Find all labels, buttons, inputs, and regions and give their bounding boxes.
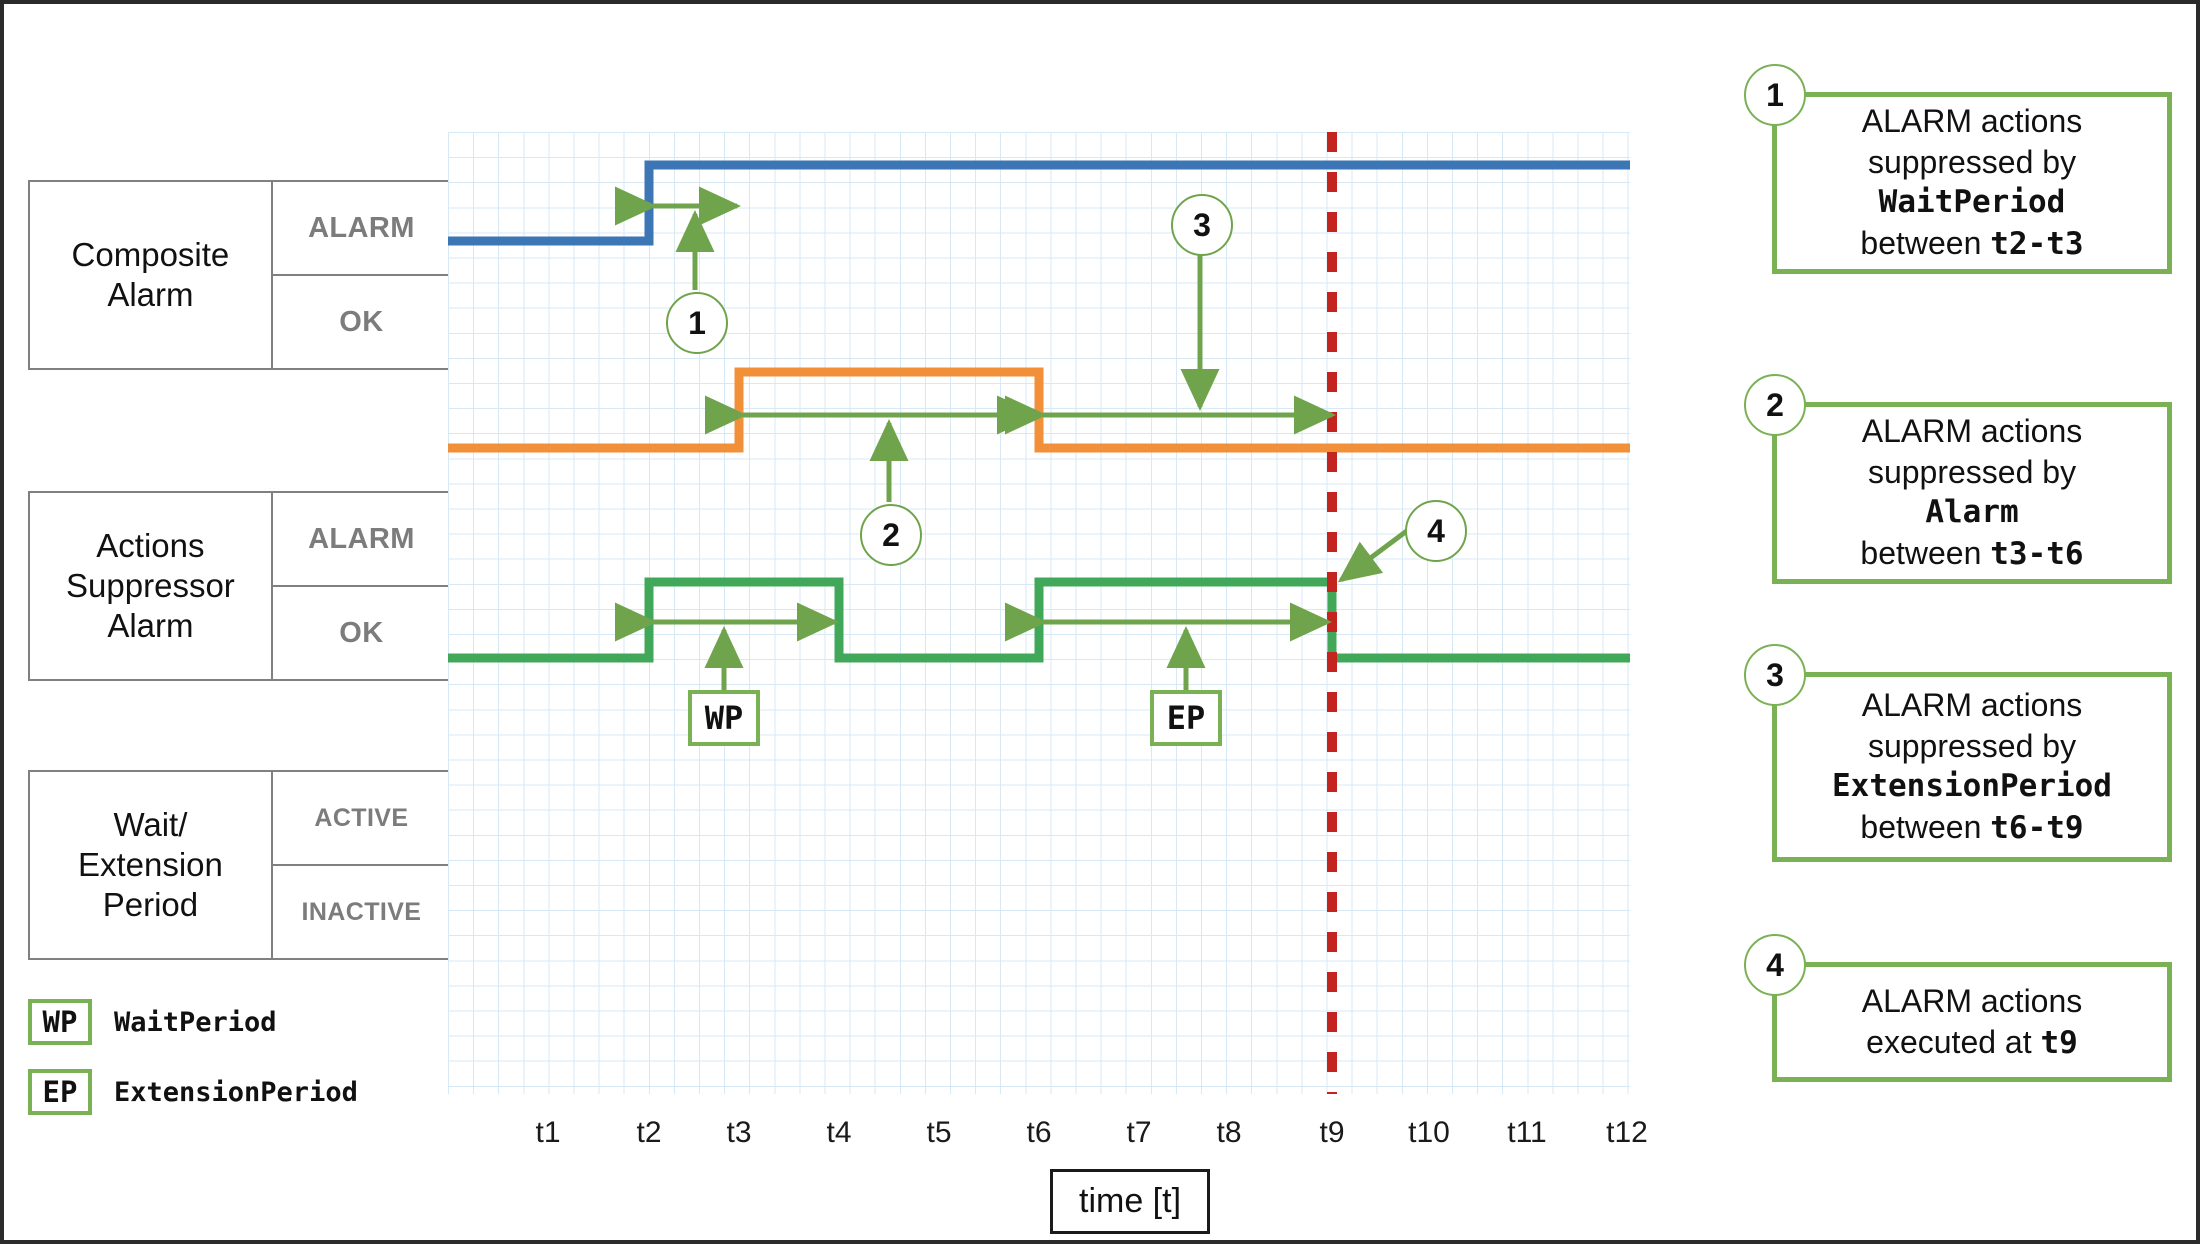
plot-badge-2[interactable]: 2 — [860, 504, 922, 566]
row-name-line1: Composite — [71, 235, 230, 273]
callout-4-line4-mono: t9 — [2040, 1024, 2078, 1061]
callout-3-line1: ALARM actions — [1861, 687, 2083, 724]
row-name-line2: Extension — [77, 845, 223, 883]
series-actions-suppressor-alarm — [448, 367, 1630, 453]
row-name-line3: Period — [102, 886, 199, 924]
row-label-wait-extension-period: Wait/ Extension Period ACTIVE INACTIVE — [28, 770, 452, 960]
x-tick-t3: t3 — [726, 1116, 752, 1149]
x-tick-t10: t10 — [1408, 1116, 1450, 1149]
legend-item-extensionperiod: EP ExtensionPeriod — [28, 1069, 358, 1115]
legend-label-extensionperiod: ExtensionPeriod — [114, 1076, 358, 1108]
callout-1: ALARM actions suppressed by WaitPeriod b… — [1772, 92, 2172, 274]
callout-2-line4-mono: t3-t6 — [1990, 535, 2084, 572]
x-tick-t2: t2 — [636, 1116, 662, 1149]
legend-item-waitperiod: WP WaitPeriod — [28, 999, 277, 1045]
timing-diagram-plot: 1 2 3 4 WP EP — [448, 132, 1630, 1094]
callout-3: ALARM actions suppressed by ExtensionPer… — [1772, 672, 2172, 862]
series-composite-alarm — [448, 160, 1630, 246]
plot-badge-4[interactable]: 4 — [1405, 500, 1467, 562]
row-name-line2: Alarm — [107, 276, 194, 313]
callout-3-line4-pre: between — [1860, 808, 1991, 845]
callout-2-line1: ALARM actions — [1861, 413, 2083, 450]
callout-1-line4-mono: t2-t3 — [1990, 225, 2084, 262]
row-name-line1: Actions — [96, 526, 205, 564]
callout-1-line4-pre: between — [1860, 224, 1991, 261]
row-name-line2: Suppressor — [66, 566, 235, 604]
callout-1-line3: WaitPeriod — [1878, 184, 2066, 221]
state-low-ok: OK — [272, 585, 450, 679]
row-name-composite-alarm: Composite Alarm — [30, 182, 271, 368]
plot-svg — [448, 132, 1630, 1094]
callout-3-line3: ExtensionPeriod — [1832, 768, 2112, 805]
diagram-frame: Composite Alarm ALARM OK Actions Suppres… — [0, 0, 2200, 1244]
x-tick-t12: t12 — [1606, 1116, 1648, 1149]
callout-badge-3[interactable]: 3 — [1744, 644, 1806, 706]
x-tick-t9: t9 — [1319, 1116, 1345, 1149]
row-name-line1: Wait/ — [113, 805, 188, 843]
callout-badge-4[interactable]: 4 — [1744, 934, 1806, 996]
x-tick-t6: t6 — [1026, 1116, 1052, 1149]
callout-2-line2: suppressed by — [1867, 454, 2077, 491]
x-tick-t11: t11 — [1507, 1116, 1547, 1149]
state-low-ok: OK — [272, 274, 450, 368]
plot-tag-ep[interactable]: EP — [1150, 690, 1222, 746]
callout-4-line4-pre: executed at — [1866, 1023, 2041, 1060]
callout-4-line1: ALARM actions — [1861, 982, 2083, 1019]
callout-3-line4-mono: t6-t9 — [1990, 809, 2084, 846]
x-tick-t8: t8 — [1216, 1116, 1242, 1149]
series-wait-extension-period — [448, 577, 1630, 663]
legend-chip-ep: EP — [28, 1069, 92, 1115]
legend-chip-wp: WP — [28, 999, 92, 1045]
plot-badge-1[interactable]: 1 — [666, 292, 728, 354]
x-tick-t1: t1 — [535, 1116, 561, 1149]
callout-4: ALARM actions executed at t9 — [1772, 962, 2172, 1082]
callout-2: ALARM actions suppressed by Alarm betwee… — [1772, 402, 2172, 584]
x-tick-t7: t7 — [1126, 1116, 1152, 1149]
callout-1-line2: suppressed by — [1867, 144, 2077, 181]
x-axis-title: time [t] — [1050, 1169, 1211, 1234]
callout-2-line3: Alarm — [1925, 494, 2019, 531]
row-name-line3: Alarm — [107, 607, 194, 645]
state-high-alarm: ALARM — [308, 211, 415, 244]
state-high-alarm: ALARM — [308, 522, 415, 555]
state-low-inactive: INACTIVE — [272, 864, 450, 958]
state-high-active: ACTIVE — [314, 803, 409, 832]
row-name-wait-extension-period: Wait/ Extension Period — [30, 772, 271, 958]
callout-2-line4-pre: between — [1860, 534, 1991, 571]
callout-1-line1: ALARM actions — [1861, 103, 2083, 140]
x-tick-t5: t5 — [926, 1116, 952, 1149]
callout-badge-2[interactable]: 2 — [1744, 374, 1806, 436]
legend-label-waitperiod: WaitPeriod — [114, 1006, 277, 1038]
x-tick-t4: t4 — [826, 1116, 852, 1149]
plot-badge-3[interactable]: 3 — [1171, 194, 1233, 256]
plot-tag-wp[interactable]: WP — [688, 690, 760, 746]
row-name-actions-suppressor-alarm: Actions Suppressor Alarm — [30, 493, 271, 679]
row-label-composite-alarm: Composite Alarm ALARM OK — [28, 180, 452, 370]
row-label-actions-suppressor-alarm: Actions Suppressor Alarm ALARM OK — [28, 491, 452, 681]
callout-badge-1[interactable]: 1 — [1744, 64, 1806, 126]
callout-3-line2: suppressed by — [1867, 728, 2077, 765]
leader-4 — [1337, 527, 1410, 583]
